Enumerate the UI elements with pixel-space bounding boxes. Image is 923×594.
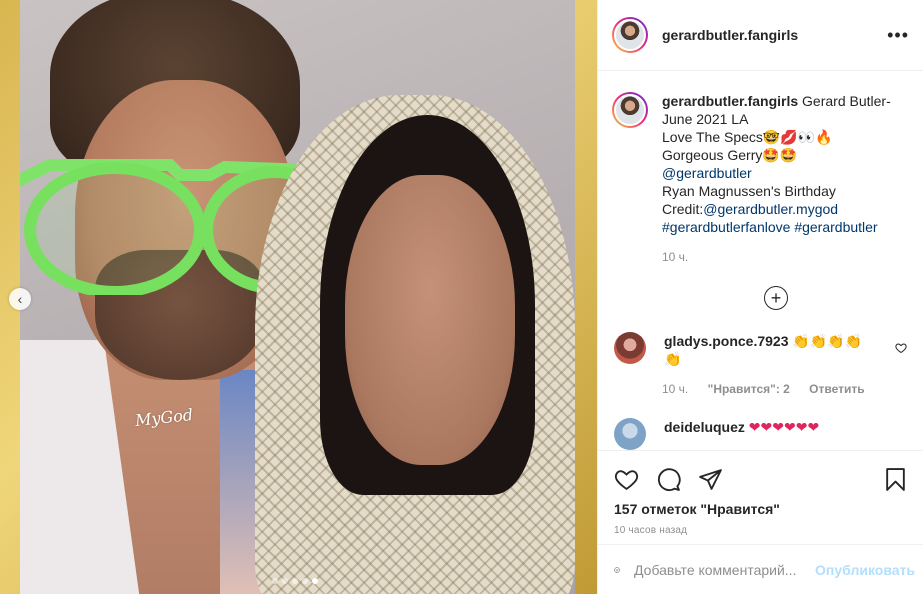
paper-plane-icon	[698, 468, 722, 490]
caption-line: Love The Specs🤓💋👀🔥	[662, 129, 833, 145]
publish-button[interactable]: Опубликовать	[815, 562, 915, 578]
caption-avatar-ring[interactable]	[612, 92, 648, 128]
comment-username[interactable]: deideluquez	[664, 419, 745, 435]
post-timestamp[interactable]: 10 часов назад	[598, 517, 923, 536]
carousel-dot	[282, 578, 288, 584]
caption-line: Ryan Magnussen's Birthday	[662, 183, 836, 199]
comment-text: deideluquez ❤❤❤❤❤❤	[664, 418, 876, 450]
carousel-dot	[292, 578, 298, 584]
comment-username[interactable]: gladys.ponce.7923	[664, 333, 789, 349]
comments-area: gerardbutler.fangirls Gerard Butler- Jun…	[598, 72, 923, 450]
caption: gerardbutler.fangirls Gerard Butler- Jun…	[612, 92, 907, 236]
hashtag-link[interactable]: #gerardbutlerfanlove	[662, 219, 790, 235]
caption-username[interactable]: gerardbutler.fangirls	[662, 93, 798, 109]
save-button[interactable]	[881, 465, 909, 493]
caption-text: gerardbutler.fangirls Gerard Butler- Jun…	[662, 92, 891, 236]
avatar	[614, 19, 646, 51]
caption-line: Gerard Butler-	[802, 93, 891, 109]
post-photo[interactable]: MyGod	[20, 0, 575, 594]
comment-meta: 10 ч. "Нравится": 2 Ответить	[662, 382, 907, 396]
carousel-dot	[272, 578, 278, 584]
caption-time[interactable]: 10 ч.	[662, 250, 688, 264]
post-sidebar: gerardbutler.fangirls ••• gerardbutler.f…	[597, 0, 923, 594]
comment-text: gladys.ponce.7923 👏👏👏👏👏	[664, 332, 876, 368]
post-actions: 157 отметок "Нравится" 10 часов назад Оп…	[598, 450, 923, 594]
caption-line: June 2021 LA	[662, 111, 749, 127]
heart-icon	[614, 469, 638, 490]
header-username[interactable]: gerardbutler.fangirls	[662, 27, 798, 43]
hashtag-link[interactable]: #gerardbutler	[794, 219, 877, 235]
previous-slide-button[interactable]: ‹	[9, 288, 31, 310]
reply-button[interactable]: Ответить	[809, 382, 864, 396]
action-icons	[598, 451, 923, 497]
caption-avatar	[614, 94, 646, 126]
comment-icon	[657, 467, 681, 491]
comment-avatar[interactable]	[614, 332, 646, 364]
more-options-icon[interactable]: •••	[887, 25, 909, 46]
comment-button[interactable]	[654, 465, 682, 493]
carousel-dots	[272, 578, 318, 584]
credit-mention-link[interactable]: @gerardbutler.mygod	[703, 201, 838, 217]
comment-item: gladys.ponce.7923 👏👏👏👏👏	[612, 332, 907, 368]
comment-body: ❤❤❤❤❤❤	[748, 419, 820, 435]
caption-line: Gorgeous Gerry🤩🤩	[662, 147, 798, 163]
comment-time[interactable]: 10 ч.	[662, 382, 688, 396]
carousel-dot	[302, 578, 308, 584]
credit-label: Credit:	[662, 201, 704, 217]
caption-meta: 10 ч.	[662, 250, 907, 264]
add-comment-bar: Опубликовать	[598, 544, 923, 594]
post-header: gerardbutler.fangirls •••	[598, 0, 923, 71]
comment-input[interactable]	[634, 561, 816, 578]
chevron-left-icon: ‹	[17, 291, 23, 307]
photo-face-right	[345, 175, 515, 465]
story-ring[interactable]	[612, 17, 648, 53]
likes-count[interactable]: 157 отметок "Нравится"	[598, 497, 923, 517]
like-button[interactable]	[612, 465, 640, 493]
comment-item: deideluquez ❤❤❤❤❤❤	[612, 418, 907, 450]
instagram-post: MyGod ‹ gerardbutler.fangirls ••• gerard…	[0, 0, 923, 594]
carousel-dot-active	[312, 578, 318, 584]
share-button[interactable]	[696, 465, 724, 493]
emoji-icon[interactable]	[614, 558, 620, 582]
mention-link[interactable]: @gerardbutler	[662, 165, 752, 181]
comment-likes[interactable]: "Нравится": 2	[708, 382, 790, 396]
bookmark-icon	[885, 467, 905, 491]
comment-avatar[interactable]	[614, 418, 646, 450]
post-media: MyGod ‹	[0, 0, 597, 594]
plus-circle-icon[interactable]: +	[764, 286, 788, 310]
comment-like-icon[interactable]	[895, 342, 907, 354]
